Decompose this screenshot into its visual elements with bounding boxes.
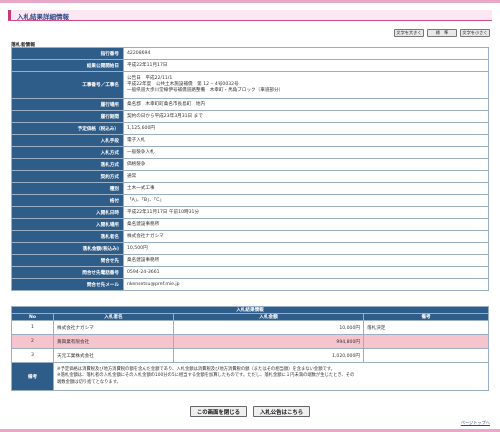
detail-table: 指行番号 42208694 結果公開開始日 平成22年11月17日 工事番号／工事名…	[11, 47, 489, 291]
page-top-link[interactable]: ページトップへ	[461, 420, 490, 426]
detail-value: 1,125,600円	[123, 122, 489, 135]
detail-label: 履行期間	[11, 110, 124, 123]
detail-value: 桑名郡 木幸町町桑名市長島町 地内	[123, 98, 489, 111]
detail-row: 落札金額(税込み) 10,500円	[11, 242, 489, 255]
detail-label: 問合せ先電話番号	[11, 266, 124, 279]
note-line: 端数金額は切り捨てとなります。	[57, 379, 121, 385]
detail-label: 落札金額(税込み)	[11, 242, 124, 255]
detail-row: 履行場所 桑名郡 木幸町町桑名市長島町 地内	[11, 98, 489, 111]
notes-row: 備考 ※予定価格は消費税及び地方消費税の額を含んだ金額であり、入札金額は消費税及…	[11, 362, 489, 391]
detail-row: 種別 土木一式工事	[11, 182, 489, 195]
table-row: 3 天元工業株式会社 1,020,000円	[11, 348, 489, 363]
detail-row: 指行番号 42208694	[11, 47, 489, 60]
detail-value: 土木一式工事	[123, 182, 489, 195]
detail-label: 結果公開開始日	[11, 59, 124, 72]
bid-amount: 994,800円	[173, 334, 364, 349]
detail-label: 入札手段	[11, 134, 124, 147]
bid-results-table: 入札結果情報 No 入札者名 入札金額 備考 1 株式会社ナガシマ 10,000…	[11, 306, 489, 391]
bid-note	[363, 348, 489, 363]
notes-label: 備考	[11, 362, 54, 391]
detail-value: 平成22年11月17日	[123, 59, 489, 72]
detail-label: 入開札日時	[11, 206, 124, 219]
detail-value-line: 一般県道大歩川堂線伊号補償道路整備 木幸町・馬角ブロック（車道部分）	[127, 88, 284, 93]
bid-amount: 1,020,000円	[173, 348, 364, 363]
detail-value: 0594-24-3661	[123, 266, 489, 279]
detail-label: 履行場所	[11, 98, 124, 111]
detail-label: 問合せ先	[11, 254, 124, 267]
detail-label: 予定価格（税込み）	[11, 122, 124, 135]
detail-row: 契約方式 通常	[11, 170, 489, 183]
top-accent-bar	[0, 0, 500, 3]
table-row: 1 株式会社ナガシマ 10,000円 落札決定	[11, 320, 489, 335]
bid-note: 落札決定	[363, 320, 489, 335]
detail-value: 桑名建設事務所	[123, 254, 489, 267]
col-header-name: 入札者名	[53, 313, 174, 321]
detail-value: 通常	[123, 170, 489, 183]
notes-text: ※予定価格は消費税及び地方消費税の額を含んだ金額であり、入札金額は消費税及び地方…	[53, 362, 489, 391]
detail-value: 価格競争	[123, 158, 489, 171]
font-larger-button[interactable]: 文字を大きく	[394, 29, 424, 37]
bid-no: 2	[11, 334, 54, 349]
bidder-name: 天元工業株式会社	[53, 348, 174, 363]
font-standard-button[interactable]: 標 準	[427, 29, 457, 37]
font-size-controls: 文字を大きく 標 準 文字を小さく	[394, 29, 490, 37]
detail-row: 工事番号／工事名 公告日 平成22/11/1 平成22年度 公共土木施設補償 第…	[11, 71, 489, 99]
bottom-actions: この画面を閉じる 入札公告はこちら	[0, 406, 500, 417]
title-divider	[8, 20, 492, 21]
detail-label: 落札方式	[11, 158, 124, 171]
detail-label: 落札者名	[11, 230, 124, 243]
bid-note	[363, 334, 489, 349]
detail-row: 落札方式 価格競争	[11, 158, 489, 171]
bidder-name: 蔦興業有限会社	[53, 334, 174, 349]
detail-label: 入開札場所	[11, 218, 124, 231]
detail-value: 桑名建設事務所	[123, 218, 489, 231]
bid-no: 1	[11, 320, 54, 335]
detail-row: 履行期間 契約の日から平成23年3月31日 まで	[11, 110, 489, 123]
col-header-amount: 入札金額	[173, 313, 364, 321]
detail-row: 問合せ先 桑名建設事務所	[11, 254, 489, 267]
detail-label: 問合せ先メール	[11, 278, 124, 291]
detail-label: 格付	[11, 194, 124, 207]
bid-amount: 10,000円	[173, 320, 364, 335]
detail-value: 「A」、「B」、「C」	[123, 194, 489, 207]
detail-row: 入開札日時 平成22年11月17日 午前10時31分	[11, 206, 489, 219]
col-header-no: No	[11, 313, 54, 321]
detail-row: 格付 「A」、「B」、「C」	[11, 194, 489, 207]
detail-row: 入札手段 電子入札	[11, 134, 489, 147]
bid-notice-button[interactable]: 入札公告はこちら	[253, 406, 311, 417]
page-title-bar: 入札結果詳細情報	[8, 10, 492, 21]
font-smaller-button[interactable]: 文字を小さく	[460, 29, 490, 37]
detail-row: 落札者名 株式会社ナガシマ	[11, 230, 489, 243]
detail-label: 指行番号	[11, 47, 124, 60]
detail-value: 10,500円	[123, 242, 489, 255]
detail-value: nkensetsu@pref.mie.jp	[123, 278, 489, 291]
detail-row: 入開札場所 桑名建設事務所	[11, 218, 489, 231]
detail-value: 42208694	[123, 47, 489, 60]
detail-row: 結果公開開始日 平成22年11月17日	[11, 59, 489, 72]
detail-label: 種別	[11, 182, 124, 195]
detail-label: 入札方式	[11, 146, 124, 159]
detail-value: 契約の日から平成23年3月31日 まで	[123, 110, 489, 123]
table-row: 2 蔦興業有限会社 994,800円	[11, 334, 489, 349]
detail-value: 一般競争入札	[123, 146, 489, 159]
close-window-button[interactable]: この画面を閉じる	[189, 406, 247, 417]
detail-value: 株式会社ナガシマ	[123, 230, 489, 243]
detail-label: 契約方式	[11, 170, 124, 183]
detail-row: 問合せ先電話番号 0594-24-3661	[11, 266, 489, 279]
col-header-note: 備考	[363, 313, 489, 321]
detail-row: 予定価格（税込み） 1,125,600円	[11, 122, 489, 135]
bidder-name: 株式会社ナガシマ	[53, 320, 174, 335]
results-caption: 入札結果情報	[11, 306, 489, 314]
detail-value: 平成22年11月17日 午前10時31分	[123, 206, 489, 219]
detail-row: 入札方式 一般競争入札	[11, 146, 489, 159]
detail-value: 公告日 平成22/11/1 平成22年度 公共土木施設補償 第 12 ‒ 4号0…	[123, 71, 489, 99]
detail-label: 工事番号／工事名	[11, 71, 124, 99]
detail-row: 問合せ先メール nkensetsu@pref.mie.jp	[11, 278, 489, 291]
bid-no: 3	[11, 348, 54, 363]
detail-value: 電子入札	[123, 134, 489, 147]
